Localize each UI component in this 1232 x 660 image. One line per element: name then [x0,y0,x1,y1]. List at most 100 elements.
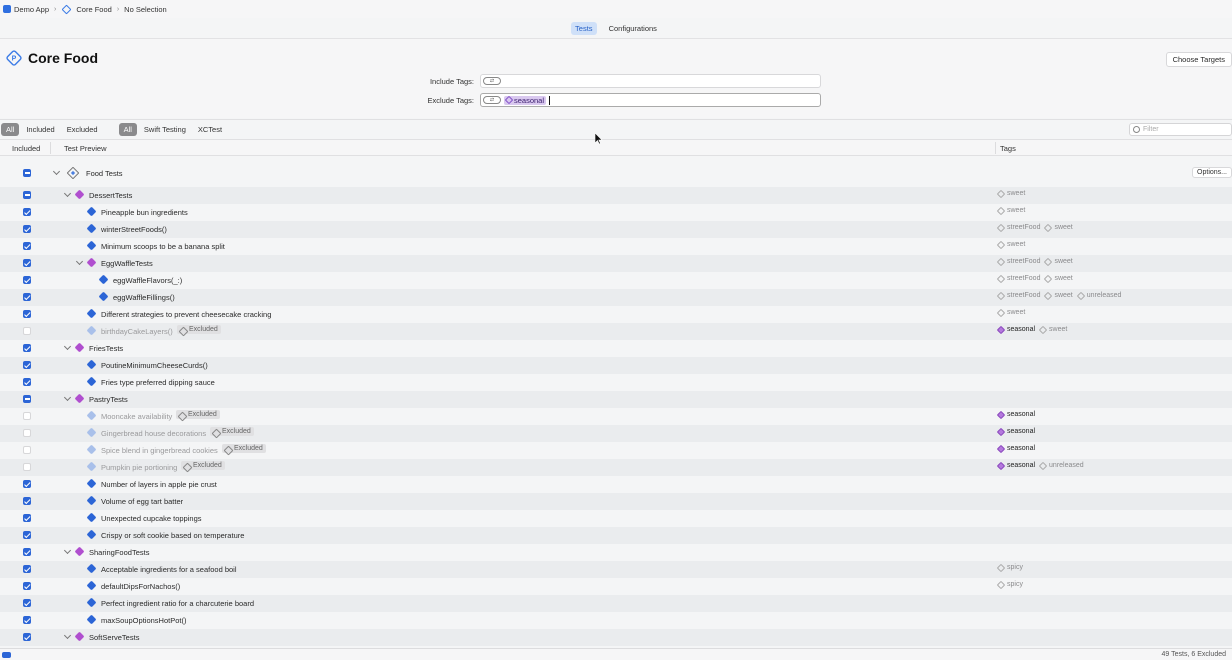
include-checkbox[interactable] [23,565,31,573]
tag-operator-toggle[interactable]: ⇄ [483,77,501,85]
table-row[interactable]: eggWaffleFillings() streetFood sweet unrele… [0,289,1232,306]
include-checkbox[interactable] [23,514,31,522]
include-checkbox[interactable] [23,293,31,301]
tag-operator-toggle[interactable]: ⇄ [483,96,501,104]
table-row-suite[interactable]: PastryTests [0,391,1232,408]
table-row-suite[interactable]: SoftServeTests [0,629,1232,646]
table-row[interactable]: Volume of egg tart batter [0,493,1232,510]
table-row[interactable]: Acceptable ingredients for a seafood boi… [0,561,1232,578]
table-row[interactable]: defaultDipsForNachos() spicy [0,578,1232,595]
tag-chip: spicy [996,580,1023,589]
include-checkbox[interactable] [23,446,31,454]
filter-kind-xctest[interactable]: XCTest [193,123,227,136]
chevron-down-icon[interactable] [63,393,72,402]
chevron-down-icon[interactable] [63,189,72,198]
chevron-down-icon[interactable] [63,342,72,351]
include-checkbox[interactable] [23,616,31,624]
table-row-suite[interactable]: EggWaffleTests streetFood sweet [0,255,1232,272]
table-row[interactable]: Different strategies to prevent cheeseca… [0,306,1232,323]
tag-icon [1038,461,1048,470]
table-row[interactable]: winterStreetFoods() streetFood sweet [0,221,1232,238]
tag-token[interactable]: seasonal [504,95,547,105]
breadcrumb-app[interactable]: Demo App [14,5,49,14]
include-checkbox[interactable] [23,548,31,556]
include-checkbox[interactable] [23,310,31,318]
column-divider[interactable] [995,142,996,154]
excluded-badge: Excluded [222,444,266,453]
test-icon [86,410,97,421]
include-checkbox[interactable] [23,497,31,505]
table-row[interactable]: Pumpkin pie portioning Excluded seasonal un… [0,459,1232,476]
include-tags-field[interactable]: ⇄ [480,74,821,88]
column-included[interactable]: Included [12,144,40,153]
include-checkbox[interactable] [23,208,31,216]
table-row[interactable]: Unexpected cupcake toppings [0,510,1232,527]
breadcrumb-selection[interactable]: No Selection [124,5,167,14]
include-checkbox[interactable] [23,599,31,607]
tab-tests[interactable]: Tests [571,21,597,35]
include-checkbox[interactable] [23,582,31,590]
table-row-suite[interactable]: SharingFoodTests [0,544,1232,561]
chevron-down-icon[interactable] [63,546,72,555]
include-checkbox[interactable] [23,169,31,177]
test-name: PoutineMinimumCheeseCurds() [101,361,208,370]
include-checkbox[interactable] [23,412,31,420]
filter-toggle-button[interactable] [2,652,11,658]
table-row[interactable]: Mooncake availability Excluded seasonal [0,408,1232,425]
include-checkbox[interactable] [23,276,31,284]
tag-label: streetFood [1007,224,1041,231]
table-row[interactable]: Minimum scoops to be a banana split sweet [0,238,1232,255]
filter-kind-all[interactable]: All [118,123,137,136]
options-button[interactable]: Options... [1192,167,1232,178]
tag-list: streetFood sweet unreleased [996,291,1121,300]
tab-configurations[interactable]: Configurations [605,22,661,35]
filter-status-all[interactable]: All [1,123,20,136]
filter-kind-swift-testing[interactable]: Swift Testing [139,123,191,136]
chevron-down-icon[interactable] [75,257,84,266]
filter-status-excluded[interactable]: Excluded [62,123,103,136]
choose-targets-button[interactable]: Choose Targets [1165,52,1232,67]
tag-chip: streetFood [996,257,1040,266]
tag-list: streetFood sweet [996,274,1073,283]
include-checkbox[interactable] [23,361,31,369]
include-checkbox[interactable] [23,480,31,488]
chevron-down-icon[interactable] [63,631,72,640]
include-checkbox[interactable] [23,531,31,539]
include-checkbox[interactable] [23,633,31,641]
include-checkbox[interactable] [23,378,31,386]
include-checkbox[interactable] [23,395,31,403]
filter-status-included[interactable]: Included [21,123,59,136]
include-checkbox[interactable] [23,259,31,267]
breadcrumb-plan[interactable]: Core Food [76,5,111,14]
table-row-suite[interactable]: DessertTests sweet [0,187,1232,204]
exclude-tags-field[interactable]: ⇄ seasonal [480,93,821,107]
table-row-suite[interactable]: FriesTests [0,340,1232,357]
excluded-badge: Excluded [210,427,254,436]
tag-label: sweet [1007,207,1026,214]
table-row[interactable]: Pineapple bun ingredients sweet [0,204,1232,221]
table-row[interactable]: Gingerbread house decorations Excluded sea… [0,425,1232,442]
table-row[interactable]: Perfect ingredient ratio for a charcuter… [0,595,1232,612]
table-row[interactable]: Number of layers in apple pie crust [0,476,1232,493]
table-row[interactable]: Fries type preferred dipping sauce [0,374,1232,391]
include-checkbox[interactable] [23,225,31,233]
tag-label: streetFood [1007,275,1041,282]
column-divider[interactable] [50,142,51,154]
chevron-down-icon[interactable] [52,167,61,176]
table-row[interactable]: Crispy or soft cookie based on temperatu… [0,527,1232,544]
include-checkbox[interactable] [23,191,31,199]
table-row[interactable]: eggWaffleFlavors(_:) streetFood sweet [0,272,1232,289]
include-checkbox[interactable] [23,327,31,335]
column-test[interactable]: Test Preview [64,144,107,153]
include-checkbox[interactable] [23,242,31,250]
include-checkbox[interactable] [23,429,31,437]
table-row[interactable]: Spice blend in gingerbread cookies Exclud… [0,442,1232,459]
table-row-root[interactable]: Food Tests Options... [0,165,1232,182]
table-row[interactable]: PoutineMinimumCheeseCurds() [0,357,1232,374]
filter-search-field[interactable]: Filter [1129,123,1232,136]
table-row[interactable]: birthdayCakeLayers() Excluded seasonal swee… [0,323,1232,340]
include-checkbox[interactable] [23,344,31,352]
table-row[interactable]: maxSoupOptionsHotPot() [0,612,1232,629]
include-checkbox[interactable] [23,463,31,471]
column-tags[interactable]: Tags [1000,144,1016,153]
